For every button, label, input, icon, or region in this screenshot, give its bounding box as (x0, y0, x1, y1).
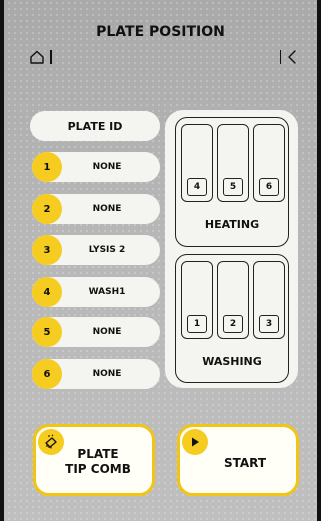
heating-label: HEATING (204, 218, 260, 231)
position-badge: 2 (32, 194, 62, 224)
frame-right-edge (317, 0, 321, 521)
heating-slot[interactable]: 4 (181, 124, 213, 202)
washing-slots: 1 2 3 (181, 261, 285, 339)
plate-row-2[interactable]: 2 NONE (32, 194, 160, 224)
plate-name: NONE (92, 327, 122, 337)
heating-slot[interactable]: 6 (253, 124, 285, 202)
heating-group: 4 5 6 HEATING (175, 117, 289, 247)
plate-name: NONE (92, 162, 122, 172)
heating-slots: 4 5 6 (181, 124, 285, 202)
plate-name: NONE (92, 204, 122, 214)
washing-group: 1 2 3 WASHING (175, 254, 289, 383)
slot-number: 5 (223, 178, 243, 196)
plate-row-5[interactable]: 5 NONE (32, 317, 160, 347)
frame-left-edge (0, 0, 4, 521)
plate-name: WASH1 (88, 287, 126, 297)
position-badge: 6 (32, 359, 62, 389)
slot-number: 6 (259, 178, 279, 196)
plate-name: NONE (92, 369, 122, 379)
plate-id-header: PLATE ID (30, 111, 160, 141)
play-icon (182, 429, 208, 455)
start-button[interactable]: START (177, 424, 299, 496)
home-button[interactable] (30, 50, 52, 64)
washing-slot[interactable]: 1 (181, 261, 213, 339)
back-button[interactable] (279, 50, 298, 64)
plate-row-1[interactable]: 1 NONE (32, 152, 160, 182)
slot-number: 1 (187, 315, 207, 333)
position-badge: 4 (32, 277, 62, 307)
plate-position-screen: PLATE POSITION PLATE ID 1 NONE 2 NONE 3 … (0, 0, 321, 521)
home-divider (50, 50, 52, 64)
plate-tip-comb-line2: TIP COMB (65, 462, 131, 476)
deck-panel: 4 5 6 HEATING 1 2 3 WASHING (165, 110, 298, 388)
washing-slot[interactable]: 3 (253, 261, 285, 339)
start-label: START (223, 456, 267, 470)
position-badge: 1 (32, 152, 62, 182)
washing-label: WASHING (202, 355, 262, 368)
page-title: PLATE POSITION (96, 24, 225, 40)
chevron-left-icon (288, 50, 296, 64)
slot-number: 2 (223, 315, 243, 333)
plate-row-4[interactable]: 4 WASH1 (32, 277, 160, 307)
home-icon (30, 50, 44, 64)
plate-row-6[interactable]: 6 NONE (32, 359, 160, 389)
plate-tip-comb-button[interactable]: PLATE TIP COMB (33, 424, 155, 496)
slot-number: 4 (187, 178, 207, 196)
position-badge: 3 (32, 235, 62, 265)
slot-number: 3 (259, 315, 279, 333)
plate-tip-comb-label: PLATE TIP COMB (58, 447, 138, 477)
plate-tip-comb-line1: PLATE (77, 447, 119, 461)
washing-slot[interactable]: 2 (217, 261, 249, 339)
heating-slot[interactable]: 5 (217, 124, 249, 202)
plate-row-3[interactable]: 3 LYSIS 2 (32, 235, 160, 265)
plate-name: LYSIS 2 (88, 245, 126, 255)
back-divider (279, 50, 281, 64)
position-badge: 5 (32, 317, 62, 347)
